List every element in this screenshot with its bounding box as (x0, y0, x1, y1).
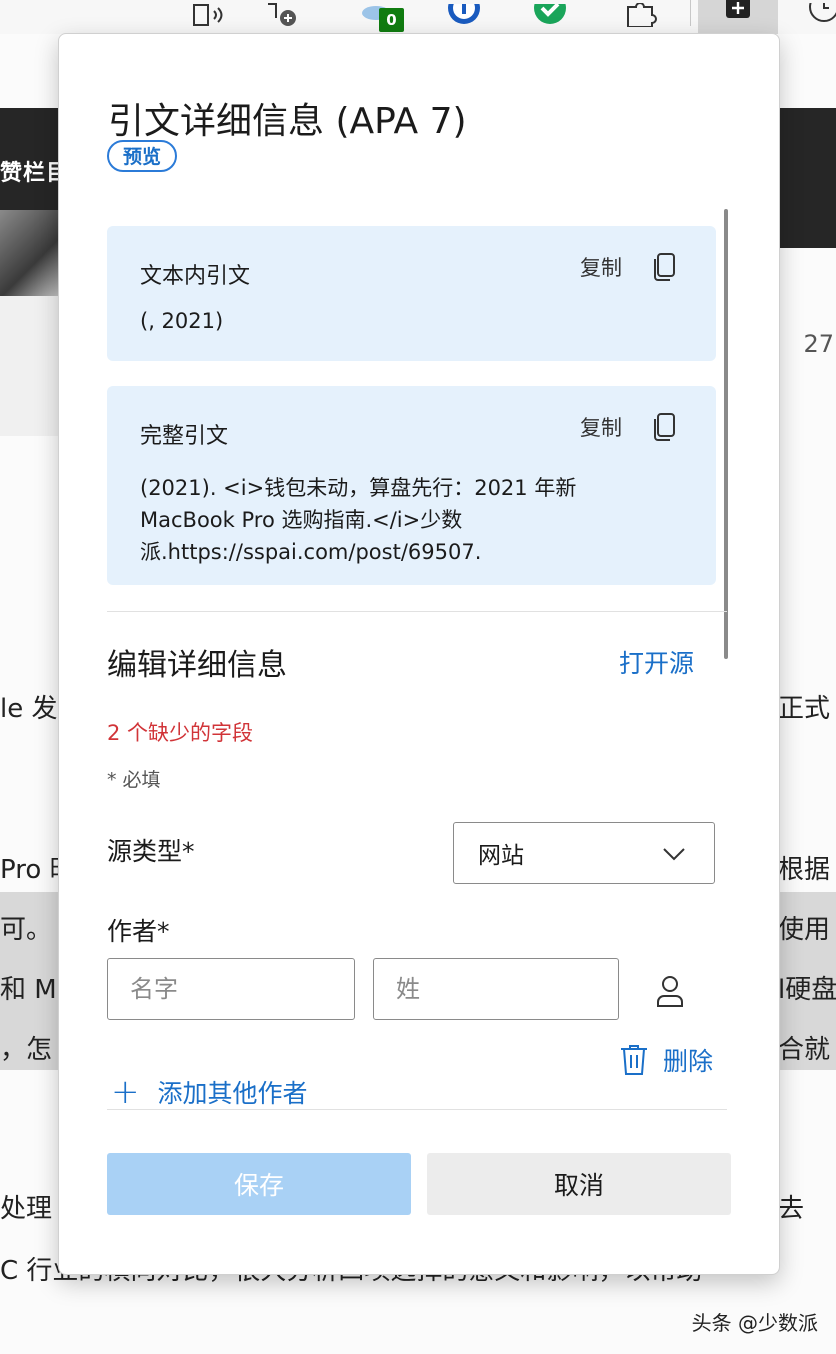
source-type-select[interactable]: 网站 (453, 822, 715, 884)
intext-citation-label: 文本内引文 (140, 264, 251, 289)
source-type-label: 源类型* (107, 837, 195, 866)
popup-title: 引文详细信息 (APA 7) (108, 101, 467, 142)
copy-icon (652, 253, 675, 281)
open-source-link[interactable]: 打开源 (619, 644, 694, 680)
copy-label: 复制 (580, 256, 622, 280)
green-extension-icon[interactable] (530, 0, 570, 30)
author-last-name-input[interactable] (373, 958, 619, 1020)
copy-icon (652, 413, 675, 441)
person-icon[interactable] (655, 974, 685, 1008)
delete-author-button[interactable]: 删除 (619, 1042, 713, 1078)
bg-text-left-4: 和 M (0, 975, 57, 1005)
bg-text-left-3: 可。 (0, 915, 53, 945)
history-icon[interactable] (800, 0, 836, 30)
watermark: 头条 @少数派 (691, 1311, 818, 1335)
toolbar-separator (690, 0, 691, 26)
bg-text-left-6: 处理 (0, 1194, 53, 1224)
author-first-name-input[interactable] (107, 958, 355, 1020)
save-button[interactable]: 保存 (107, 1153, 411, 1215)
intext-citation-card: 文本内引文 复制 (, 2021) (107, 226, 716, 361)
required-note: * 必填 (107, 769, 161, 791)
chevron-down-icon (663, 848, 685, 861)
password-manager-icon[interactable] (444, 0, 484, 30)
photo-caption-block (0, 296, 60, 436)
bg-text-right-2: 根据 (778, 855, 831, 885)
browser-toolbar: 0 (0, 0, 836, 34)
copy-intext-button[interactable]: 复制 (580, 252, 675, 282)
add-favorite-icon[interactable] (262, 0, 302, 30)
count-text: 27 (803, 330, 834, 358)
cancel-button[interactable]: 取消 (427, 1153, 731, 1215)
plus-icon: + (111, 1072, 140, 1112)
full-citation-line: (2021). <i>钱包未动，算盘先行：2021 年新 (140, 476, 577, 500)
full-citation-card: 完整引文 复制 (2021). <i>钱包未动，算盘先行：2021 年新 Mac… (107, 386, 716, 585)
bg-text-right-4: l硬盘 (778, 975, 836, 1005)
bg-text-right-1: 正式 (778, 694, 831, 724)
trash-icon (621, 1045, 647, 1075)
full-citation-line: MacBook Pro 选购指南.</i>少数 (140, 508, 463, 532)
add-author-button[interactable]: + 添加其他作者 (111, 1074, 308, 1110)
full-citation-text: (2021). <i>钱包未动，算盘先行：2021 年新 MacBook Pro… (140, 472, 576, 568)
source-type-value: 网站 (478, 843, 524, 869)
read-aloud-icon[interactable] (188, 0, 228, 30)
bg-text-left-5: ，怎 (0, 1035, 53, 1065)
copy-label: 复制 (580, 416, 622, 440)
edit-details-title: 编辑详细信息 (107, 648, 287, 683)
full-citation-label: 完整引文 (140, 424, 229, 449)
preview-badge: 预览 (107, 140, 178, 172)
bg-text-right-5: 合就 (778, 1035, 831, 1065)
section-divider (107, 1109, 727, 1110)
missing-fields-warning: 2 个缺少的字段 (107, 721, 254, 745)
puzzle-extensions-icon[interactable] (620, 0, 660, 30)
bg-text-right-3: 使用 (778, 915, 831, 945)
section-divider (107, 611, 727, 612)
bg-text-right-6: 去 (778, 1194, 805, 1224)
citation-details-popup: 引文详细信息 (APA 7) 预览 文本内引文 复制 (, 2021) 完整引文… (58, 33, 780, 1275)
extension-badge: 0 (379, 8, 404, 32)
collections-button-active[interactable] (698, 0, 778, 34)
copy-full-button[interactable]: 复制 (580, 412, 675, 442)
article-photo (0, 210, 60, 296)
full-citation-line: 派.https://sspai.com/post/69507. (140, 540, 482, 564)
add-author-label: 添加其他作者 (157, 1079, 308, 1108)
bg-text-left-1: le 发 (0, 694, 58, 724)
scrollbar-thumb[interactable] (724, 209, 728, 659)
intext-citation-text: (, 2021) (140, 309, 224, 333)
delete-label: 删除 (663, 1047, 714, 1076)
author-label: 作者* (107, 917, 170, 946)
